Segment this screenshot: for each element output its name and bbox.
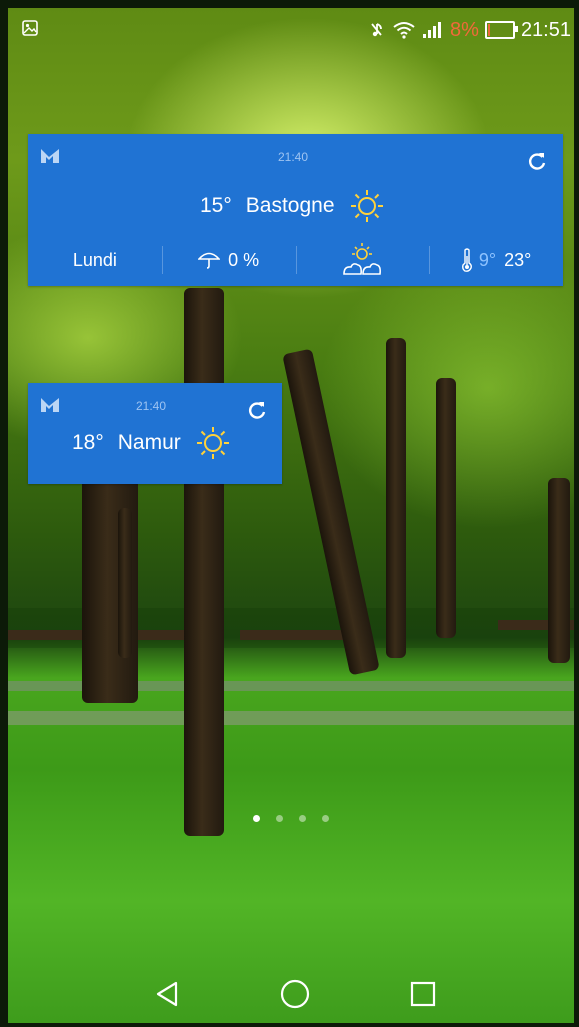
back-button[interactable] xyxy=(150,976,186,1012)
thermometer-icon xyxy=(461,248,472,272)
home-button[interactable] xyxy=(277,976,313,1012)
sun-icon xyxy=(196,427,229,459)
park-path xyxy=(8,711,574,725)
sun-icon xyxy=(350,190,383,222)
umbrella-icon xyxy=(198,252,221,269)
forecast-day-cell: Lundi xyxy=(28,240,162,280)
refresh-icon[interactable] xyxy=(246,399,268,421)
weather-widget-namur[interactable]: 21:40 18° Namur xyxy=(28,383,282,484)
home-icon xyxy=(280,979,310,1009)
max-temperature: 23° xyxy=(504,249,532,270)
current-weather: 15° Bastogne xyxy=(200,188,385,224)
battery-percentage: 8% xyxy=(450,18,479,41)
current-weather: 18° Namur xyxy=(72,425,231,461)
clock: 21:51 xyxy=(520,18,571,41)
widget-update-time: 21:40 xyxy=(136,399,167,413)
park-bench xyxy=(240,630,350,640)
tree-trunk xyxy=(386,338,406,658)
page-dot[interactable] xyxy=(276,815,283,822)
city-name: Namur xyxy=(117,431,181,454)
navigation-bar xyxy=(0,970,579,1018)
forecast-day: Lundi xyxy=(72,249,117,270)
tree-trunk xyxy=(548,478,570,663)
recents-icon xyxy=(410,981,436,1007)
tree-trunk xyxy=(118,508,132,658)
wifi-icon xyxy=(393,22,415,39)
page-dot[interactable] xyxy=(299,815,306,822)
rain-chance: 0 % xyxy=(228,249,260,270)
temperature-range-cell: 9° 23° xyxy=(429,240,563,280)
forecast-row: Lundi 0 % 9° 23° xyxy=(28,240,563,280)
current-temperature: 15° xyxy=(200,194,232,217)
battery-fill xyxy=(487,24,490,36)
gallery-notification-icon xyxy=(22,20,38,36)
city-name: Bastogne xyxy=(245,194,335,217)
current-temperature: 18° xyxy=(72,431,104,454)
recents-button[interactable] xyxy=(405,976,441,1012)
mute-icon xyxy=(371,23,382,37)
status-bar: 8% 21:51 xyxy=(0,14,579,46)
rain-chance-cell: 0 % xyxy=(161,240,296,280)
page-dot[interactable] xyxy=(322,815,329,822)
app-logo-icon xyxy=(41,149,59,163)
back-icon xyxy=(156,981,178,1007)
forecast-icon-cell xyxy=(295,240,430,280)
tree-trunk xyxy=(436,378,456,638)
refresh-icon[interactable] xyxy=(526,150,548,172)
battery-icon xyxy=(484,21,518,39)
tree-trunk xyxy=(184,288,224,836)
widget-update-time: 21:40 xyxy=(278,150,309,164)
partly-cloudy-icon xyxy=(343,243,382,275)
page-indicator[interactable] xyxy=(253,815,329,822)
signal-icon xyxy=(423,22,442,38)
page-dot[interactable] xyxy=(253,815,260,822)
app-logo-icon xyxy=(41,398,59,412)
min-temperature: 9° xyxy=(478,249,497,270)
weather-widget-bastogne[interactable]: 21:40 15° Bastogne Lundi 0 % 9° 23° xyxy=(28,134,563,286)
